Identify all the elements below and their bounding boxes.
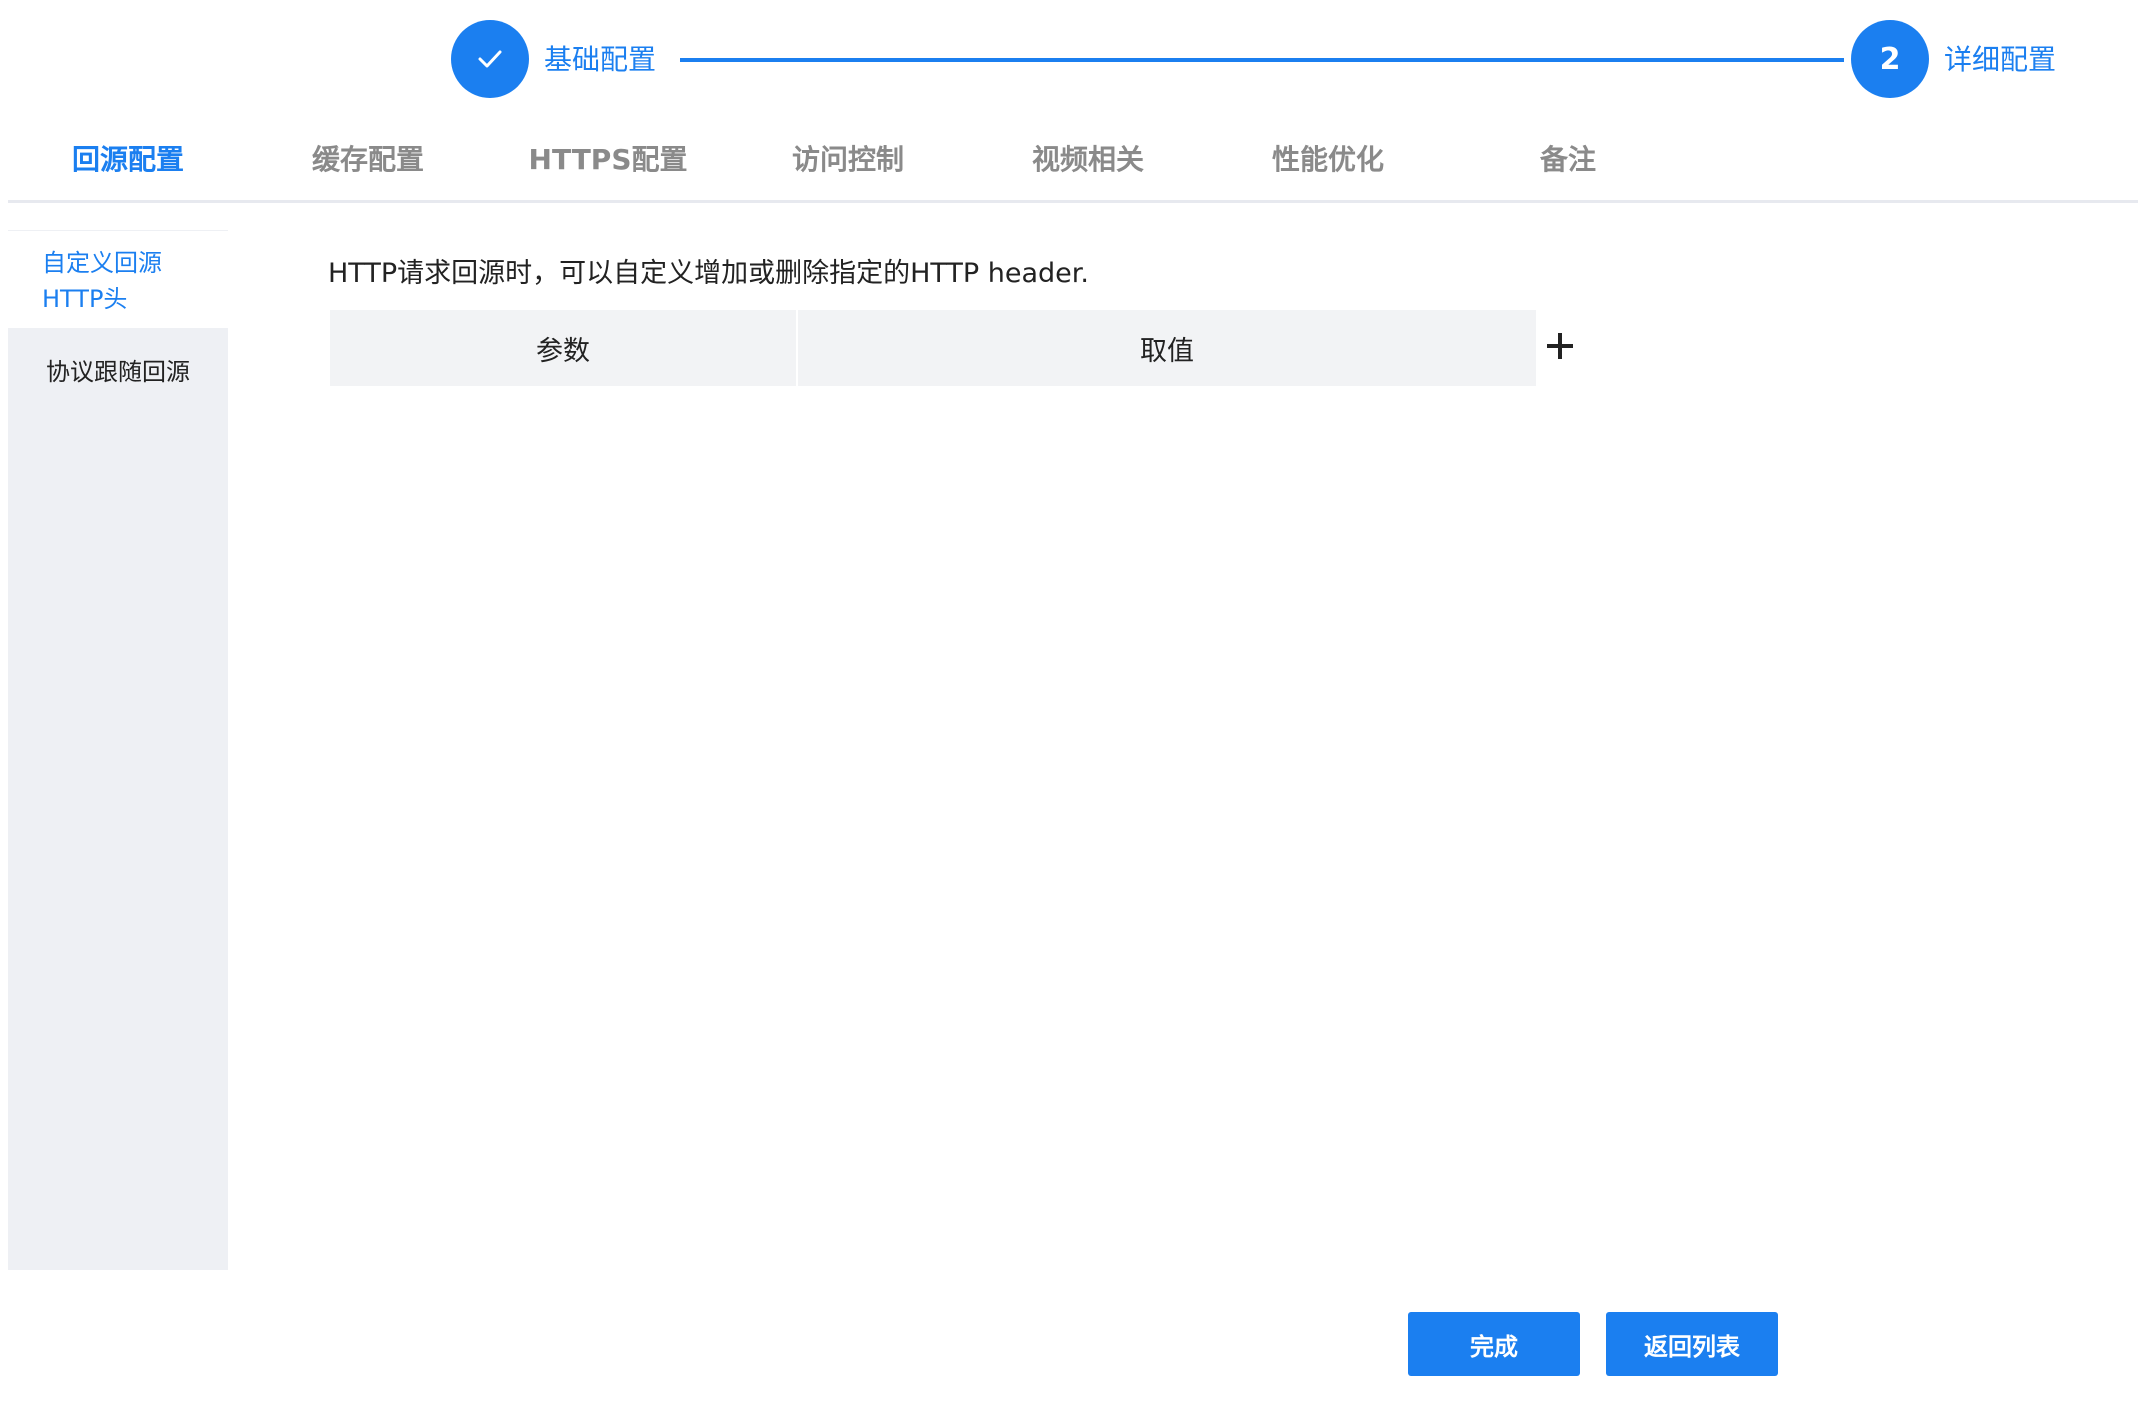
column-header-parameter: 参数 — [330, 310, 798, 386]
side-item-label-line2: HTTP头 — [42, 285, 128, 313]
plus-icon — [1547, 333, 1573, 359]
step-2-label: 详细配置 — [1944, 43, 2057, 76]
tab-notes[interactable]: 备注 — [1448, 140, 1688, 180]
check-icon — [478, 50, 502, 68]
step-1-label: 基础配置 — [544, 43, 657, 76]
section-description: HTTP请求回源时，可以自定义增加或删除指定的HTTP header. — [328, 258, 1089, 289]
tab-cache-config[interactable]: 缓存配置 — [248, 140, 488, 180]
step-2-current-circle: 2 — [1851, 20, 1929, 98]
step-1-completed-circle — [451, 20, 529, 98]
column-header-value: 取值 — [1140, 335, 1194, 367]
side-menu: 自定义回源 HTTP头 协议跟随回源 — [8, 230, 228, 1270]
tab-video[interactable]: 视频相关 — [968, 140, 1208, 180]
finish-button[interactable]: 完成 — [1408, 1312, 1580, 1376]
http-header-table: 参数 取值 — [330, 310, 1536, 386]
step-connector-line — [680, 58, 1844, 62]
add-row-button[interactable] — [1544, 330, 1576, 362]
config-tabs: 回源配置 缓存配置 HTTPS配置 访问控制 视频相关 性能优化 备注 — [8, 130, 2138, 203]
side-item-custom-http-header[interactable]: 自定义回源 HTTP头 — [8, 230, 228, 328]
step-indicator: 基础配置 2 详细配置 — [0, 0, 2138, 120]
tab-access-control[interactable]: 访问控制 — [728, 140, 968, 180]
tab-performance[interactable]: 性能优化 — [1208, 140, 1448, 180]
side-item-protocol-follow[interactable]: 协议跟随回源 — [8, 354, 228, 404]
tab-origin-config[interactable]: 回源配置 — [8, 140, 248, 180]
step-2-number: 2 — [1879, 41, 1901, 77]
side-item-label-line1: 自定义回源 — [42, 249, 162, 277]
back-to-list-button[interactable]: 返回列表 — [1606, 1312, 1778, 1376]
tab-https-config[interactable]: HTTPS配置 — [488, 140, 728, 180]
